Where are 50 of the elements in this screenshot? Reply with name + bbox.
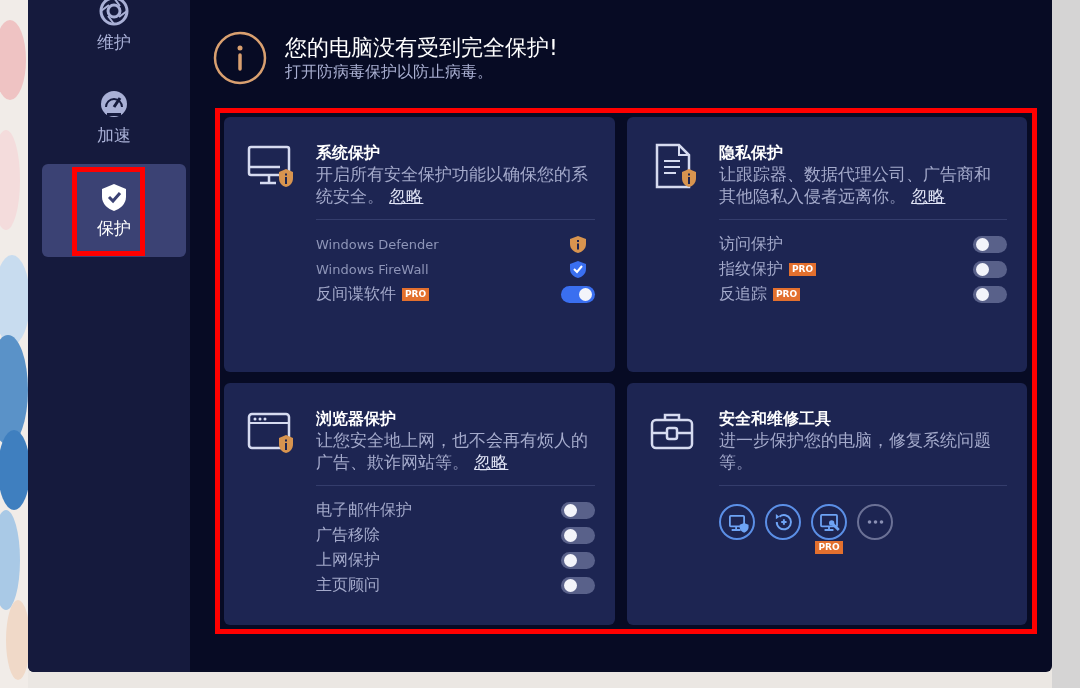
setting-label: Windows FireWall xyxy=(316,262,429,277)
toggle-switch[interactable] xyxy=(561,552,595,569)
info-icon xyxy=(213,31,267,85)
alert-message: 打开防病毒保护以防止病毒。 xyxy=(285,62,494,82)
card-title: 隐私保护 xyxy=(719,143,784,163)
toggle-switch[interactable] xyxy=(561,527,595,544)
aperture-icon xyxy=(99,0,129,27)
setting-label: 电子邮件保护 xyxy=(316,500,412,521)
more-icon xyxy=(866,520,884,524)
toggle-switch[interactable] xyxy=(973,261,1007,278)
sidebar-item[interactable]: 加速 xyxy=(42,71,186,164)
pro-badge: PRO xyxy=(815,541,843,554)
monitor-icon xyxy=(246,143,296,189)
ignore-link[interactable]: 忽略 xyxy=(474,452,509,472)
toggle-switch[interactable] xyxy=(561,286,595,303)
tool-button[interactable] xyxy=(719,504,755,540)
setting-label: 反间谍软件 xyxy=(316,284,396,305)
setting-label: 上网保护 xyxy=(316,550,380,571)
card-description: 开启所有安全保护功能以确保您的系统安全。 忽略 xyxy=(316,163,589,207)
pro-badge: PRO xyxy=(402,288,430,301)
setting-label: 访问保护 xyxy=(719,234,783,255)
card-description: 让跟踪器、数据代理公司、广告商和其他隐私入侵者远离你。 忽略 xyxy=(719,163,992,207)
card-description: 让您安全地上网，也不会再有烦人的广告、欺诈网站等。 忽略 xyxy=(316,429,589,473)
card-title: 浏览器保护 xyxy=(316,409,397,429)
setting-label: 主页顾问 xyxy=(316,575,380,596)
setting-label: 广告移除 xyxy=(316,525,380,546)
pro-badge: PRO xyxy=(773,288,801,301)
toggle-switch[interactable] xyxy=(973,236,1007,253)
setting-label: Windows Defender xyxy=(316,237,439,252)
toggle-switch[interactable] xyxy=(561,502,595,519)
gauge-icon xyxy=(99,88,129,120)
toggle-switch[interactable] xyxy=(973,286,1007,303)
setting-label: 指纹保护 xyxy=(719,259,783,280)
sidebar-item[interactable]: 保护 xyxy=(42,164,186,257)
tool-button[interactable] xyxy=(857,504,893,540)
setting-label: 反追踪 xyxy=(719,284,767,305)
tool-button[interactable] xyxy=(811,504,847,540)
pro-badge: PRO xyxy=(789,263,817,276)
sidebar-item[interactable]: 维护 xyxy=(42,0,186,71)
toggle-switch[interactable] xyxy=(561,577,595,594)
card-title: 安全和维修工具 xyxy=(719,409,832,429)
tool-button[interactable] xyxy=(765,504,801,540)
shield-icon xyxy=(99,181,129,213)
check-shield-icon xyxy=(569,260,587,279)
warning-shield-icon xyxy=(569,235,587,254)
card-description: 进一步保护您的电脑，修复系统问题等。 xyxy=(719,429,992,473)
card-title: 系统保护 xyxy=(316,143,381,163)
ignore-link[interactable]: 忽略 xyxy=(911,186,946,206)
ignore-link[interactable]: 忽略 xyxy=(389,186,424,206)
alert-title: 您的电脑没有受到完全保护! xyxy=(285,34,558,62)
